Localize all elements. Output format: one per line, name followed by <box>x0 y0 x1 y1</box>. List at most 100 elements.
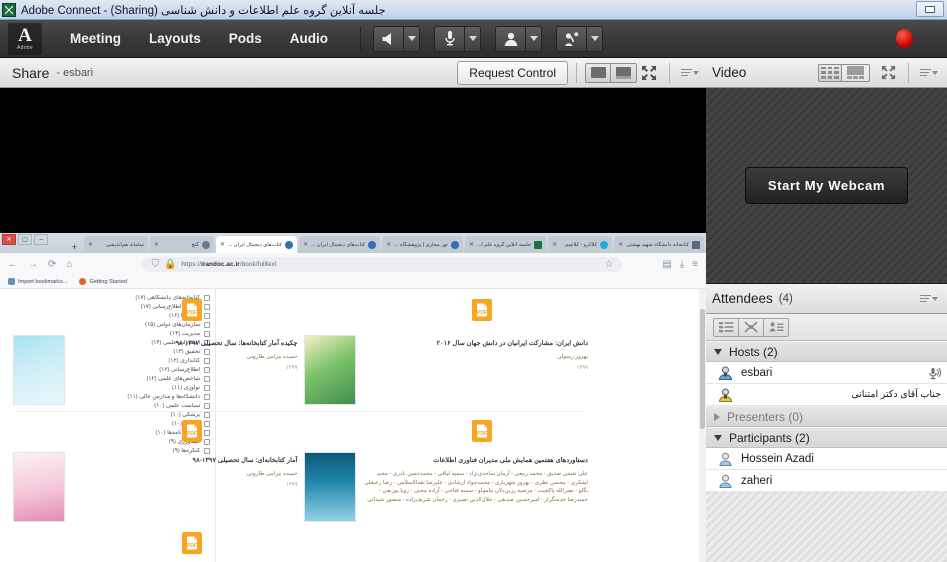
speaking-microphone-icon[interactable] <box>927 366 941 380</box>
tab-close-icon[interactable]: ✕ <box>154 241 159 248</box>
actual-size-button[interactable] <box>611 63 637 83</box>
attendee-group-presenters[interactable]: Presenters (0) <box>706 406 947 427</box>
attendee-name: Hossein Azadi <box>741 453 941 465</box>
bookmark-import[interactable]: Import bookmarks... <box>8 278 67 285</box>
attendees-toolbar <box>706 314 947 341</box>
share-pod-presenter: - esbari <box>56 67 93 79</box>
restore-window-button[interactable] <box>916 1 944 17</box>
browser-tab[interactable]: کتاب‌های دیجیتال ایران ... ✕ <box>299 236 380 253</box>
attendees-pod-options-button[interactable] <box>917 288 941 310</box>
menu-audio[interactable]: Audio <box>276 27 342 50</box>
request-control-button[interactable]: Request Control <box>457 61 568 85</box>
microphone-dropdown-arrow[interactable] <box>464 26 481 52</box>
tab-close-icon[interactable]: ✕ <box>88 241 93 248</box>
browser-tab-active[interactable]: کتاب‌های دیجیتال ایران ... ✕ <box>216 236 297 253</box>
attendee-row[interactable]: zaheri <box>706 470 947 492</box>
tab-close-icon[interactable]: ✕ <box>220 241 225 248</box>
back-arrow-icon[interactable]: ← <box>8 259 18 270</box>
webcam-dropdown-arrow[interactable] <box>525 26 542 52</box>
browser-minimize-button[interactable]: – <box>34 234 48 245</box>
reload-icon[interactable]: ⟳ <box>48 259 56 270</box>
browser-tab[interactable]: گنج ✕ <box>150 236 214 253</box>
attendee-row[interactable]: Hossein Azadi <box>706 448 947 470</box>
bookmark-star-icon[interactable]: ☆ <box>604 259 613 270</box>
chevron-right-icon[interactable] <box>714 413 720 421</box>
tab-close-icon[interactable]: ✕ <box>303 241 308 248</box>
bookmark-label: Import bookmarks... <box>18 279 67 285</box>
pdf-slot: PDF <box>13 532 298 554</box>
menu-pods[interactable]: Pods <box>215 27 276 50</box>
browser-menu-icon[interactable]: ≡ <box>692 259 698 270</box>
book-title[interactable]: آمار کتابخانه‌ای: سال تحصیلی ۱۳۹۷-۹۸ <box>71 456 298 466</box>
webcam-button[interactable] <box>495 26 525 52</box>
browser-tab[interactable]: نور مجازی | پژوهشگاه ... ✕ <box>382 236 463 253</box>
downloads-icon[interactable]: ⤓ <box>680 259 684 270</box>
tab-close-icon[interactable]: ✕ <box>618 241 623 248</box>
page-scrollbar[interactable] <box>699 289 706 562</box>
pdf-download-badge[interactable]: PDF <box>182 532 202 554</box>
browser-tab[interactable]: کلاکرو - کلاچیم ✕ <box>548 236 612 253</box>
menu-layouts[interactable]: Layouts <box>135 27 215 50</box>
share-fullscreen-button[interactable] <box>637 62 661 84</box>
single-speaker-icon[interactable] <box>842 64 870 82</box>
fit-in-pod-button[interactable] <box>585 63 611 83</box>
tab-close-icon[interactable]: ✕ <box>552 241 557 248</box>
start-my-webcam-button[interactable]: Start My Webcam <box>745 167 908 204</box>
chevron-down-icon[interactable] <box>714 435 722 441</box>
pdf-download-badge[interactable]: PDF <box>472 420 492 442</box>
shield-icon[interactable]: ⛉ <box>151 259 159 270</box>
video-pod-options-button[interactable] <box>917 62 941 84</box>
book-cover-image[interactable] <box>304 335 356 405</box>
adobe-connect-window: جلسه آنلاین گروه علم اطلاعات و دانش شناس… <box>0 0 947 562</box>
book-result[interactable]: دانش ایران: مشارکت ایرانیان در دانش جهان… <box>304 335 589 405</box>
speaker-dropdown-arrow[interactable] <box>403 26 420 52</box>
share-pod-options-button[interactable] <box>678 62 702 84</box>
attendee-group-hosts[interactable]: Hosts (2) <box>706 341 947 362</box>
pdf-download-badge[interactable]: PDF <box>182 299 202 321</box>
microphone-button[interactable] <box>434 26 464 52</box>
browser-close-button[interactable]: ✕ <box>2 234 16 245</box>
browser-maximize-button[interactable]: ▢ <box>18 234 32 245</box>
tab-label: کتابخانه دانشگاه شهید بهشتی <box>626 242 689 248</box>
book-title[interactable]: دستاوردهای هفتمین همایش ملی مدیران فناور… <box>362 456 589 466</box>
attendee-group-participants[interactable]: Participants (2) <box>706 427 947 448</box>
pdf-download-badge[interactable]: PDF <box>472 299 492 321</box>
attendee-row[interactable]: جناب آقای دکتر امتنانی <box>706 384 947 406</box>
raise-hand-dropdown-arrow[interactable] <box>586 26 603 52</box>
browser-tab[interactable]: سامانه هم‌اندیشی ✕ <box>84 236 148 253</box>
book-cover-image[interactable] <box>304 452 356 522</box>
forward-arrow-icon[interactable]: → <box>28 259 38 270</box>
window-title: جلسه آنلاین گروه علم اطلاعات و دانش شناس… <box>21 3 386 17</box>
list-view-button[interactable] <box>713 318 739 337</box>
chevron-down-icon[interactable] <box>714 349 722 355</box>
tab-close-icon[interactable]: ✕ <box>386 241 391 248</box>
attendee-row[interactable]: esbari <box>706 362 947 384</box>
share-pod-content[interactable]: کتابخانه دانشگاه شهید بهشتی ✕ کلاکرو - ک… <box>0 88 706 562</box>
menu-meeting[interactable]: Meeting <box>56 27 135 50</box>
book-result[interactable]: دستاوردهای هفتمین همایش ملی مدیران فناور… <box>304 452 589 522</box>
speaker-control <box>373 26 420 52</box>
attendee-status-button[interactable] <box>763 318 789 337</box>
home-icon[interactable]: ⌂ <box>66 259 72 270</box>
book-title[interactable]: چکیده آمار کتابخانه‌ها: سال تحصیلی ۱۳۹۷-… <box>71 339 298 349</box>
breakout-rooms-button[interactable] <box>738 318 764 337</box>
video-fullscreen-button[interactable] <box>876 62 900 84</box>
new-tab-button[interactable]: + <box>72 242 77 252</box>
recording-dot[interactable] <box>896 29 913 48</box>
address-bar[interactable]: ⛉ 🔒 https://irandoc.ac.ir/book/fulltext … <box>142 257 622 272</box>
book-result[interactable]: آمار کتابخانه‌ای: سال تحصیلی ۱۳۹۷-۹۸ حمی… <box>13 452 298 522</box>
grid-layout-icon[interactable] <box>818 64 842 82</box>
browser-tab[interactable]: جلسه آنلاین گروه علم ا... ✕ <box>465 236 546 253</box>
book-cover-image[interactable] <box>13 452 65 522</box>
speaker-button[interactable] <box>373 26 403 52</box>
book-title[interactable]: دانش ایران: مشارکت ایرانیان در دانش جهان… <box>362 339 589 349</box>
book-cover-image[interactable] <box>13 335 65 405</box>
book-result[interactable]: چکیده آمار کتابخانه‌ها: سال تحصیلی ۱۳۹۷-… <box>13 335 298 405</box>
menu-lines-icon <box>920 69 931 77</box>
pdf-download-badge[interactable]: PDF <box>182 420 202 442</box>
bookmark-getting-started[interactable]: Getting Started <box>79 278 127 285</box>
account-icon[interactable]: ▤ <box>662 259 671 270</box>
tab-close-icon[interactable]: ✕ <box>469 241 474 248</box>
raise-hand-button[interactable] <box>556 26 586 52</box>
browser-tab[interactable]: کتابخانه دانشگاه شهید بهشتی ✕ <box>614 236 704 253</box>
